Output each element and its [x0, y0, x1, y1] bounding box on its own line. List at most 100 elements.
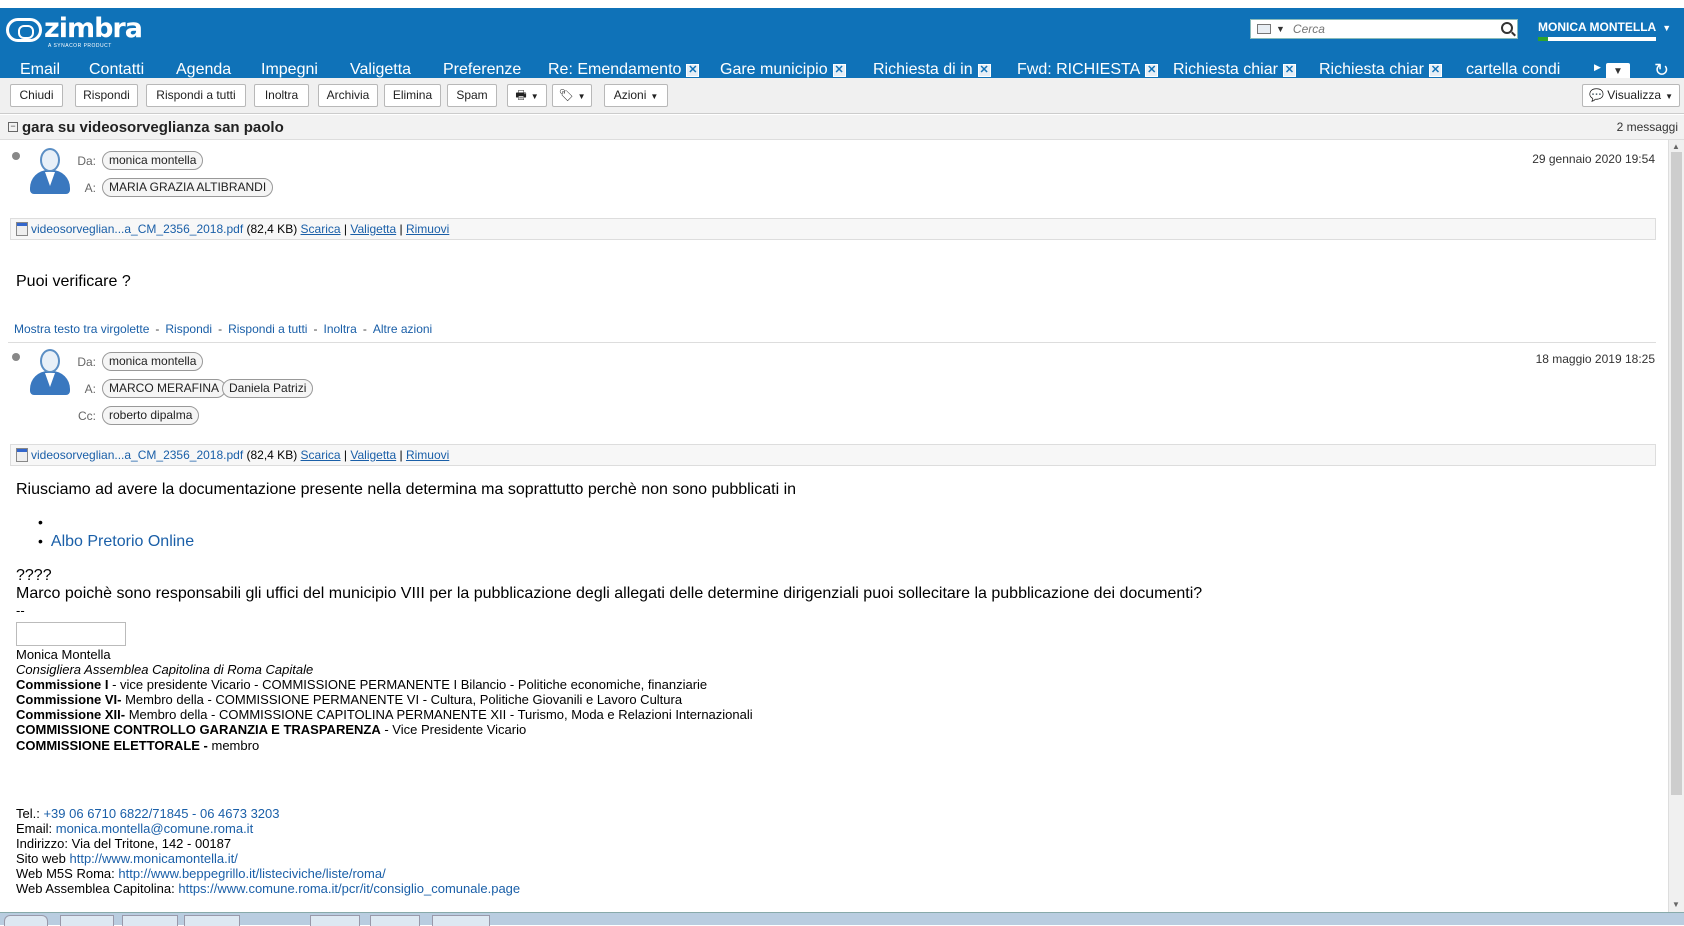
close-tab-icon[interactable]: ✕	[1282, 64, 1296, 77]
search-input[interactable]	[1292, 22, 1498, 36]
signature-commission-control: COMMISSIONE CONTROLLO GARANZIA E TRASPAR…	[16, 722, 527, 737]
user-menu[interactable]: MONICA MONTELLA ▼	[1538, 20, 1671, 34]
logo-subtitle: A SYNACOR PRODUCT	[48, 43, 112, 49]
close-tab-icon[interactable]: ✕	[686, 64, 700, 77]
taskbar-item[interactable]	[184, 915, 240, 926]
scroll-up-icon[interactable]: ▲	[1672, 142, 1680, 151]
vertical-scrollbar[interactable]: ▲ ▼	[1668, 140, 1684, 912]
search-icon[interactable]	[1501, 22, 1513, 34]
signature-commission-12: Commissione XII- Membro della - COMMISSI…	[16, 707, 753, 722]
mail-search-scope-icon[interactable]	[1257, 24, 1271, 34]
download-link[interactable]: Scarica	[301, 448, 341, 462]
search-bar: ▼	[1250, 19, 1518, 39]
chevron-down-icon: ▼	[1662, 23, 1672, 33]
attachment-size: (82,4 KB)	[246, 448, 298, 462]
close-tab-icon[interactable]: ✕	[832, 64, 846, 77]
signature-commission-6: Commissione VI- Membro della - COMMISSIO…	[16, 692, 683, 707]
attachment-name[interactable]: videosorveglian...a_CM_2356_2018.pdf	[31, 448, 243, 462]
close-button[interactable]: Chiudi	[10, 84, 63, 107]
view-menu-button[interactable]: 💬 Visualizza ▼	[1582, 84, 1680, 107]
message-footer-links: Mostra testo tra virgolette - Rispondi - Ris…	[14, 322, 433, 336]
close-tab-icon[interactable]: ✕	[977, 64, 991, 77]
cc-label: Cc:	[78, 409, 96, 423]
bullet-item: • Albo Pretorio Online	[38, 533, 194, 551]
search-scope-dropdown-icon[interactable]: ▼	[1276, 24, 1285, 34]
recipient-pill[interactable]: MARIA GRAZIA ALTIBRANDI	[102, 178, 274, 197]
tab-label: Contatti	[89, 61, 145, 78]
message-body-line: Marco poichè sono responsabili gli uffic…	[16, 585, 1203, 602]
printer-icon: 🖶	[515, 88, 527, 102]
m5s-link[interactable]: http://www.beppegrillo.it/listeciviche/l…	[118, 866, 385, 881]
signature-website: Sito web http://www.monicamontella.it/	[16, 851, 238, 866]
remove-link[interactable]: Rimuovi	[406, 448, 449, 462]
website-link[interactable]: http://www.monicamontella.it/	[69, 851, 237, 866]
taskbar-item[interactable]	[432, 915, 490, 926]
show-quoted-link[interactable]: Mostra testo tra virgolette	[14, 322, 149, 336]
user-name: MONICA MONTELLA	[1538, 20, 1657, 34]
conversation-header: − gara su videosorveglianza san paolo 2 …	[0, 115, 1684, 140]
close-tab-icon[interactable]: ✕	[1145, 64, 1159, 77]
tab-label: Preferenze	[443, 61, 522, 78]
briefcase-link[interactable]: Valigetta	[350, 448, 396, 462]
sender-pill[interactable]: monica montella	[102, 151, 204, 170]
signature-m5s: Web M5S Roma: http://www.beppegrillo.it/…	[16, 866, 386, 881]
signature-contacts: Tel.: +39 06 6710 6822/71845 - 06 4673 3…	[16, 806, 520, 896]
tab-label: Impegni	[261, 61, 318, 78]
cc-pill[interactable]: roberto dipalma	[102, 406, 200, 425]
taskbar-item[interactable]	[60, 915, 114, 926]
conversation-subject: gara su videosorveglianza san paolo	[22, 119, 284, 136]
tab-label: Valigetta	[350, 61, 412, 78]
message-date: 29 gennaio 2020 19:54	[1532, 152, 1655, 166]
albo-pretorio-link[interactable]: Albo Pretorio Online	[51, 533, 194, 550]
forward-button[interactable]: Inoltra	[254, 84, 309, 107]
start-button[interactable]	[4, 915, 48, 926]
signature-email: Email: monica.montella@comune.roma.it	[16, 821, 254, 836]
reply-all-button[interactable]: Rispondi a tutti	[146, 84, 246, 107]
unread-dot-icon[interactable]	[12, 152, 20, 160]
recipient-pill[interactable]: Daniela Patrizi	[222, 379, 314, 398]
attachment-bar: videosorveglian...a_CM_2356_2018.pdf (82…	[10, 218, 1656, 240]
zimbra-logo[interactable]: zimbra A SYNACOR PRODUCT	[6, 14, 143, 49]
message-divider	[8, 342, 1656, 343]
archive-button[interactable]: Archivia	[318, 84, 378, 107]
taskbar-item[interactable]	[370, 915, 420, 926]
print-button[interactable]: 🖶 ▼	[507, 84, 547, 107]
speech-bubble-icon: 💬	[1588, 88, 1604, 102]
tab-label: Fwd: RICHIESTA	[1017, 61, 1141, 78]
tab-overflow-arrow-icon[interactable]: ▶	[1594, 62, 1601, 73]
actions-menu-button[interactable]: Azioni ▼	[604, 84, 668, 107]
message-body: Puoi verificare ?	[16, 273, 131, 290]
phone-link[interactable]: +39 06 6710 6822/71845 - 06 4673 3203	[43, 806, 279, 821]
quota-bar	[1538, 37, 1656, 41]
taskbar-item[interactable]	[310, 915, 360, 926]
close-tab-icon[interactable]: ✕	[1428, 64, 1442, 77]
tab-label: Richiesta chiar	[1319, 61, 1424, 78]
remove-link[interactable]: Rimuovi	[406, 222, 449, 236]
briefcase-link[interactable]: Valigetta	[350, 222, 396, 236]
sender-pill[interactable]: monica montella	[102, 352, 204, 371]
tab-label: Richiesta di in	[873, 61, 973, 78]
tag-button[interactable]: 🏷 ▼	[552, 84, 592, 107]
delete-button[interactable]: Elimina	[384, 84, 441, 107]
recipient-pill[interactable]: MARCO MERAFINA	[102, 379, 227, 398]
email-link[interactable]: monica.montella@comune.roma.it	[56, 821, 253, 836]
download-link[interactable]: Scarica	[301, 222, 341, 236]
scroll-down-icon[interactable]: ▼	[1672, 900, 1680, 909]
pdf-icon	[16, 448, 28, 462]
attachment-size: (82,4 KB)	[246, 222, 298, 236]
reply-all-link[interactable]: Rispondi a tutti	[228, 322, 307, 336]
reply-button[interactable]: Rispondi	[75, 84, 138, 107]
attachment-name[interactable]: videosorveglian...a_CM_2356_2018.pdf	[31, 222, 243, 236]
quota-fill	[1538, 37, 1548, 41]
zimbra-logo-icon	[6, 18, 42, 42]
scrollbar-thumb[interactable]	[1671, 152, 1682, 795]
reply-link[interactable]: Rispondi	[165, 322, 212, 336]
forward-link[interactable]: Inoltra	[323, 322, 356, 336]
taskbar-item[interactable]	[122, 915, 178, 926]
signature-commission-electoral: COMMISSIONE ELETTORALE - membro	[16, 738, 260, 753]
more-actions-link[interactable]: Altre azioni	[373, 322, 432, 336]
collapse-icon[interactable]: −	[8, 122, 18, 132]
unread-dot-icon[interactable]	[12, 353, 20, 361]
spam-button[interactable]: Spam	[447, 84, 497, 107]
assembly-link[interactable]: https://www.comune.roma.it/pcr/it/consig…	[178, 881, 520, 896]
